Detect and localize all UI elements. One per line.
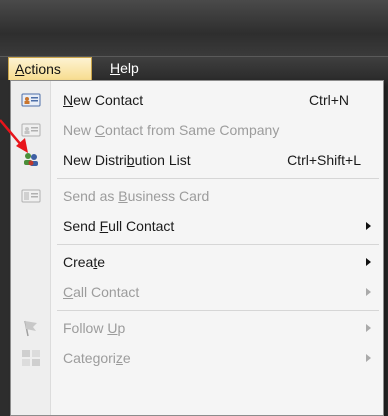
submenu-arrow-icon <box>366 288 371 296</box>
menu-help-rest: elp <box>120 60 139 76</box>
background-pane-right <box>384 80 388 416</box>
menu-item-send-as-business-card[interactable]: Send as Business Card <box>11 181 383 211</box>
menu-item-label: New Distribution List <box>63 152 191 168</box>
menu-actions[interactable]: Actions <box>8 57 92 81</box>
menu-item-label: New Contact <box>63 92 144 108</box>
menu-item-create[interactable]: Create <box>11 247 383 277</box>
flag-icon <box>21 319 41 337</box>
actions-dropdown-menu: New Contact Ctrl+N New Contact from Same… <box>10 80 384 416</box>
menu-item-label: Send Full Contact <box>63 218 175 234</box>
menu-actions-rest: ctions <box>24 61 61 77</box>
menu-separator <box>57 310 379 311</box>
menu-item-label: New Contact from Same Company <box>63 122 280 138</box>
submenu-arrow-icon <box>366 324 371 332</box>
menu-separator <box>57 178 379 179</box>
annotation-arrow-icon <box>0 119 28 153</box>
menu-item-shortcut: Ctrl+Shift+L <box>287 152 361 168</box>
menu-item-label: Categorize <box>63 350 131 366</box>
submenu-arrow-icon <box>366 222 371 230</box>
menu-item-call-contact[interactable]: Call Contact <box>11 277 383 307</box>
business-card-icon <box>21 187 41 205</box>
menu-separator <box>57 244 379 245</box>
menu-item-send-full-contact[interactable]: Send Full Contact <box>11 211 383 241</box>
categorize-icon <box>21 349 41 367</box>
menu-item-label: Send as Business Card <box>63 188 210 204</box>
menu-help-mnemonic: H <box>110 60 121 76</box>
menu-actions-mnemonic: A <box>15 61 25 77</box>
submenu-arrow-icon <box>366 258 371 266</box>
menu-item-label: Call Contact <box>63 284 140 300</box>
menu-bar: Actions Help <box>0 56 388 81</box>
window-title-strip <box>0 0 388 56</box>
menu-item-new-distribution-list[interactable]: New Distribution List Ctrl+Shift+L <box>11 145 383 175</box>
menu-item-categorize[interactable]: Categorize <box>11 343 383 373</box>
submenu-arrow-icon <box>366 354 371 362</box>
menu-item-shortcut: Ctrl+N <box>308 92 349 108</box>
menu-item-new-contact-same-company[interactable]: New Contact from Same Company <box>11 115 383 145</box>
menu-help[interactable]: Help <box>104 57 145 81</box>
menu-item-label: Create <box>63 254 106 270</box>
menu-item-follow-up[interactable]: Follow Up <box>11 313 383 343</box>
menu-item-label: Follow Up <box>63 320 126 336</box>
menu-item-new-contact[interactable]: New Contact Ctrl+N <box>11 85 383 115</box>
